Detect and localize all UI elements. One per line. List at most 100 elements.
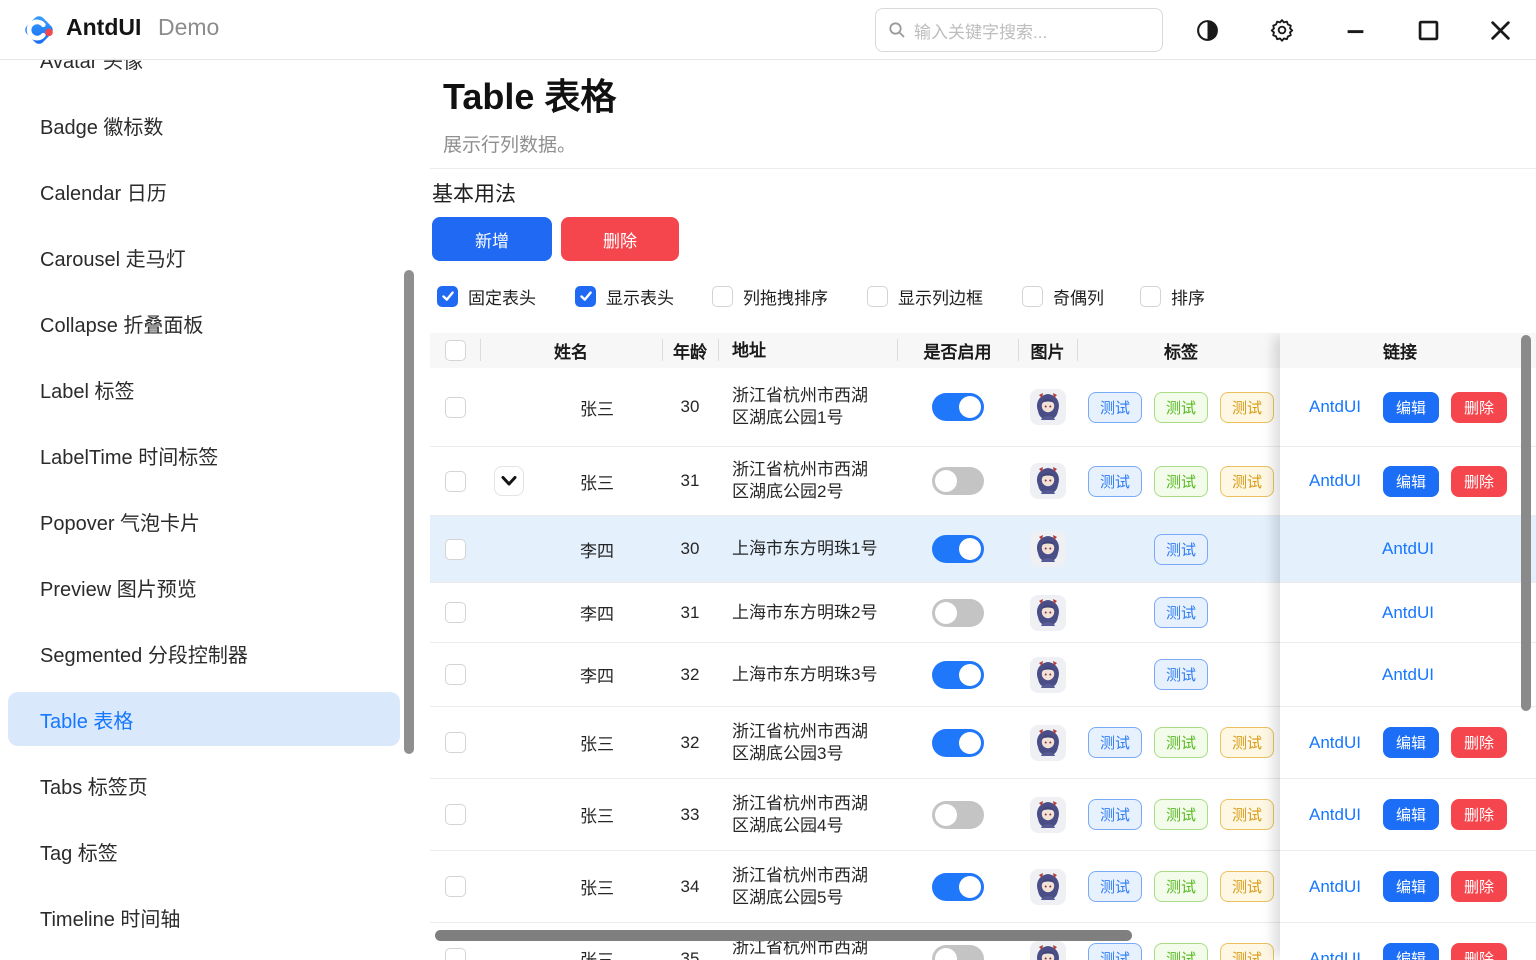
tag-blue: 测试 xyxy=(1088,466,1142,497)
edit-button[interactable]: 编辑 xyxy=(1383,943,1439,960)
avatar[interactable] xyxy=(1030,797,1066,833)
row-checkbox[interactable] xyxy=(445,664,466,685)
antdui-link[interactable]: AntdUI xyxy=(1309,397,1361,417)
sidebar-item-avatar[interactable]: Avatar 头像 xyxy=(8,60,400,86)
enabled-toggle[interactable] xyxy=(932,873,984,901)
minimize-icon[interactable] xyxy=(1336,0,1374,60)
sidebar-scrollbar-thumb[interactable] xyxy=(404,270,414,754)
option-checkbox-0[interactable]: 固定表头 xyxy=(437,284,536,308)
maximize-icon[interactable] xyxy=(1409,0,1447,60)
antdui-link[interactable]: AntdUI xyxy=(1382,665,1434,685)
avatar[interactable] xyxy=(1030,941,1066,960)
row-checkbox[interactable] xyxy=(445,732,466,753)
search-input[interactable]: 输入关键字搜索... xyxy=(875,8,1163,52)
checkbox-checked-icon[interactable] xyxy=(437,286,458,307)
row-checkbox[interactable] xyxy=(445,602,466,623)
delete-button[interactable]: 删除 xyxy=(561,217,679,261)
cell-name: 张三 xyxy=(580,469,614,494)
tag-green: 测试 xyxy=(1154,871,1208,902)
avatar[interactable] xyxy=(1030,869,1066,905)
checkbox-icon[interactable] xyxy=(712,286,733,307)
enabled-toggle[interactable] xyxy=(932,945,984,960)
option-checkbox-3[interactable]: 显示列边框 xyxy=(867,284,983,308)
row-checkbox[interactable] xyxy=(445,471,466,492)
avatar[interactable] xyxy=(1030,657,1066,693)
app-title-suffix: Demo xyxy=(158,14,219,41)
option-checkbox-2[interactable]: 列拖拽排序 xyxy=(712,284,828,308)
sidebar-item-popover[interactable]: Popover 气泡卡片 xyxy=(8,494,400,548)
option-checkbox-1[interactable]: 显示表头 xyxy=(575,284,674,308)
settings-gear-icon[interactable] xyxy=(1263,0,1301,60)
checkbox-icon[interactable] xyxy=(867,286,888,307)
tag-green: 测试 xyxy=(1154,799,1208,830)
delete-row-button[interactable]: 删除 xyxy=(1451,727,1507,758)
sidebar-item-timeline[interactable]: Timeline 时间轴 xyxy=(8,890,400,944)
sidebar-item-calendar[interactable]: Calendar 日历 xyxy=(8,164,400,218)
sidebar-item-labeltime[interactable]: LabelTime 时间标签 xyxy=(8,428,400,482)
delete-row-button[interactable]: 删除 xyxy=(1451,799,1507,830)
avatar[interactable] xyxy=(1030,389,1066,425)
antdui-link[interactable]: AntdUI xyxy=(1309,805,1361,825)
option-checkbox-5[interactable]: 排序 xyxy=(1140,284,1205,308)
delete-row-button[interactable]: 删除 xyxy=(1451,392,1507,423)
add-button[interactable]: 新增 xyxy=(432,217,552,261)
antdui-link[interactable]: AntdUI xyxy=(1309,949,1361,960)
edit-button[interactable]: 编辑 xyxy=(1383,727,1439,758)
sidebar-item-tag[interactable]: Tag 标签 xyxy=(8,824,400,878)
enabled-toggle[interactable] xyxy=(932,535,984,563)
avatar[interactable] xyxy=(1030,463,1066,499)
horizontal-scrollbar-thumb[interactable] xyxy=(435,930,1132,941)
cell-age: 33 xyxy=(662,779,718,850)
enabled-toggle[interactable] xyxy=(932,661,984,689)
sidebar-item-collapse[interactable]: Collapse 折叠面板 xyxy=(8,296,400,350)
avatar[interactable] xyxy=(1030,725,1066,761)
edit-button[interactable]: 编辑 xyxy=(1383,799,1439,830)
antdui-link[interactable]: AntdUI xyxy=(1309,877,1361,897)
row-checkbox[interactable] xyxy=(445,539,466,560)
tag-blue: 测试 xyxy=(1154,534,1208,565)
option-label: 固定表头 xyxy=(468,284,536,309)
row-checkbox[interactable] xyxy=(445,397,466,418)
row-checkbox[interactable] xyxy=(445,876,466,897)
avatar[interactable] xyxy=(1030,531,1066,567)
sidebar-item-tabs[interactable]: Tabs 标签页 xyxy=(8,758,400,812)
tag-gold: 测试 xyxy=(1220,392,1274,423)
antdui-link[interactable]: AntdUI xyxy=(1309,733,1361,753)
enabled-toggle[interactable] xyxy=(932,801,984,829)
tag-blue: 测试 xyxy=(1154,597,1208,628)
edit-button[interactable]: 编辑 xyxy=(1383,466,1439,497)
checkbox-icon[interactable] xyxy=(1022,286,1043,307)
theme-toggle-icon[interactable] xyxy=(1188,0,1226,60)
row-checkbox[interactable] xyxy=(445,948,466,960)
expand-row-chevron-down-icon[interactable] xyxy=(494,466,524,496)
antdui-link[interactable]: AntdUI xyxy=(1309,471,1361,491)
sidebar-item-preview[interactable]: Preview 图片预览 xyxy=(8,560,400,614)
row-checkbox[interactable] xyxy=(445,804,466,825)
enabled-toggle[interactable] xyxy=(932,729,984,757)
tag-green: 测试 xyxy=(1154,943,1208,960)
sidebar-item-badge[interactable]: Badge 徽标数 xyxy=(8,98,400,152)
close-icon[interactable] xyxy=(1481,0,1519,60)
delete-row-button[interactable]: 删除 xyxy=(1451,466,1507,497)
option-label: 显示表头 xyxy=(606,284,674,309)
sidebar-item-table[interactable]: Table 表格 xyxy=(8,692,400,746)
delete-row-button[interactable]: 删除 xyxy=(1451,871,1507,902)
checkbox-checked-icon[interactable] xyxy=(575,286,596,307)
sidebar-item-carousel[interactable]: Carousel 走马灯 xyxy=(8,230,400,284)
search-icon xyxy=(888,21,906,39)
tag-gold: 测试 xyxy=(1220,871,1274,902)
antdui-link[interactable]: AntdUI xyxy=(1382,603,1434,623)
sidebar-item-segmented[interactable]: Segmented 分段控制器 xyxy=(8,626,400,680)
edit-button[interactable]: 编辑 xyxy=(1383,871,1439,902)
delete-row-button[interactable]: 删除 xyxy=(1451,943,1507,960)
enabled-toggle[interactable] xyxy=(932,467,984,495)
edit-button[interactable]: 编辑 xyxy=(1383,392,1439,423)
vertical-scrollbar-thumb[interactable] xyxy=(1521,335,1531,711)
option-checkbox-4[interactable]: 奇偶列 xyxy=(1022,284,1104,308)
checkbox-icon[interactable] xyxy=(1140,286,1161,307)
avatar[interactable] xyxy=(1030,595,1066,631)
sidebar-item-label[interactable]: Label 标签 xyxy=(8,362,400,416)
enabled-toggle[interactable] xyxy=(932,393,984,421)
antdui-link[interactable]: AntdUI xyxy=(1382,539,1434,559)
enabled-toggle[interactable] xyxy=(932,599,984,627)
